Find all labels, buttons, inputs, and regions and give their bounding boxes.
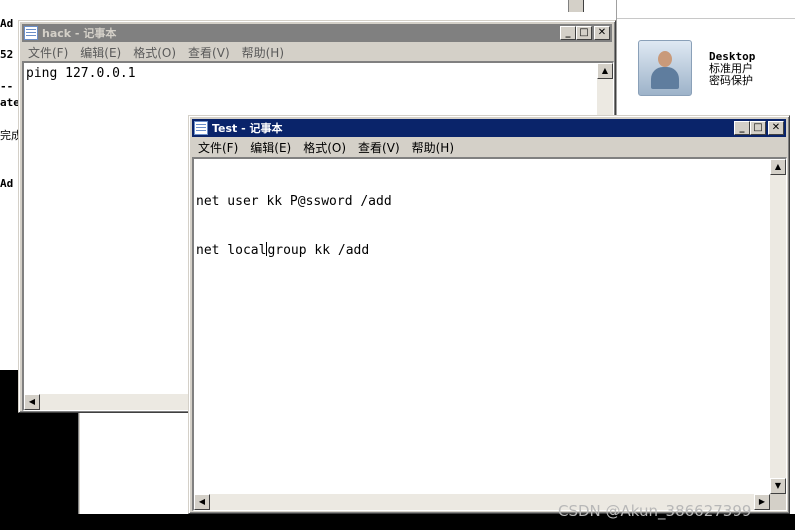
menu-view[interactable]: 查看(V) — [352, 139, 406, 156]
notepad-icon — [194, 121, 208, 135]
menu-help[interactable]: 帮助(H) — [406, 139, 460, 156]
console-text-6: Ad — [0, 177, 14, 190]
menu-edit[interactable]: 编辑(E) — [74, 44, 127, 61]
scroll-up-arrow[interactable]: ▲ — [597, 63, 613, 79]
console-text-3: -- — [0, 80, 14, 93]
menu-format[interactable]: 格式(O) — [127, 44, 182, 61]
console-black-area-lower — [0, 412, 80, 530]
scroll-left-arrow[interactable]: ◀ — [24, 394, 40, 410]
background-lower-window-edge — [78, 412, 80, 514]
menu-file[interactable]: 文件(F) — [22, 44, 74, 61]
text-line-2-end: group kk /add — [267, 243, 370, 258]
hack-text-content: ping 127.0.0.1 — [26, 66, 136, 81]
test-vertical-scrollbar[interactable]: ▲ ▼ — [770, 159, 786, 494]
scroll-corner — [770, 494, 786, 510]
scroll-left-arrow[interactable]: ◀ — [194, 494, 210, 510]
maximize-button[interactable]: □ — [750, 121, 766, 135]
background-panel-line — [617, 18, 795, 19]
console-text-2: 52 — [0, 48, 14, 61]
minimize-button[interactable]: _ — [734, 121, 750, 135]
menu-file[interactable]: 文件(F) — [192, 139, 244, 156]
test-menubar: 文件(F) 编辑(E) 格式(O) 查看(V) 帮助(H) — [192, 138, 786, 156]
text-line-1: net user kk P@ssword /add — [196, 194, 392, 209]
close-button[interactable]: ✕ — [768, 121, 784, 135]
scroll-down-arrow[interactable]: ▼ — [770, 478, 786, 494]
background-window-edge — [568, 0, 584, 12]
test-titlebar[interactable]: Test - 记事本 _ □ ✕ — [192, 119, 786, 137]
maximize-button[interactable]: □ — [576, 26, 592, 40]
hack-window-title: hack - 记事本 — [42, 27, 117, 40]
console-text-4: ate — [0, 96, 20, 109]
menu-edit[interactable]: 编辑(E) — [244, 139, 297, 156]
text-line-2: net localgroup kk /add — [196, 242, 392, 259]
console-text-1: Ad — [0, 17, 14, 30]
notepad-icon — [24, 26, 38, 40]
test-notepad-window[interactable]: Test - 记事本 _ □ ✕ 文件(F) 编辑(E) 格式(O) 查看(V)… — [188, 115, 790, 514]
user-password-status: 密码保护 — [709, 74, 753, 87]
minimize-button[interactable]: _ — [560, 26, 576, 40]
test-text-content: net user kk P@ssword /add net localgroup… — [196, 162, 392, 291]
user-avatar-icon[interactable] — [638, 40, 692, 96]
menu-help[interactable]: 帮助(H) — [236, 44, 290, 61]
menu-format[interactable]: 格式(O) — [297, 139, 352, 156]
user-info: Desktop 标准用户 密码保护 — [709, 51, 755, 87]
hack-titlebar[interactable]: hack - 记事本 _ □ ✕ — [22, 24, 612, 42]
hack-menubar: 文件(F) 编辑(E) 格式(O) 查看(V) 帮助(H) — [22, 43, 612, 61]
scroll-right-arrow[interactable]: ▶ — [754, 494, 770, 510]
text-line-2-start: net local — [196, 243, 267, 258]
menu-view[interactable]: 查看(V) — [182, 44, 236, 61]
test-window-title: Test - 记事本 — [212, 122, 283, 135]
close-button[interactable]: ✕ — [594, 26, 610, 40]
watermark-text: CSDN @Akun_386627399 — [558, 502, 752, 520]
scroll-up-arrow[interactable]: ▲ — [770, 159, 786, 175]
test-text-area[interactable]: net user kk P@ssword /add net localgroup… — [192, 157, 787, 511]
